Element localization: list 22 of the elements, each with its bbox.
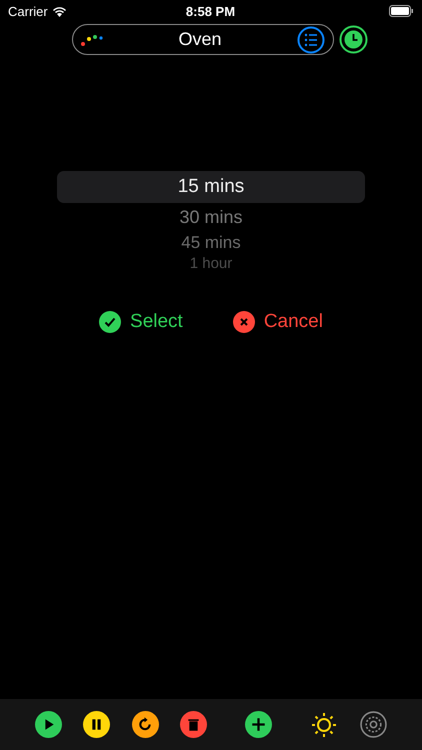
settings-button[interactable]	[360, 711, 387, 738]
delete-button[interactable]	[180, 711, 207, 738]
wifi-icon	[52, 6, 67, 16]
x-icon	[232, 311, 255, 333]
carrier-label: Carrier	[8, 4, 48, 18]
device-title: Oven	[177, 29, 223, 50]
play-button[interactable]	[35, 711, 62, 738]
picker-option[interactable]: 30 mins	[57, 203, 365, 231]
pause-button[interactable]	[83, 711, 110, 738]
picker-option[interactable]: 15 mins	[57, 171, 365, 203]
select-button[interactable]: Select	[99, 311, 183, 333]
restart-button[interactable]	[132, 711, 159, 738]
device-selector[interactable]: Oven	[72, 24, 334, 55]
checkmark-icon	[99, 311, 122, 333]
battery-icon	[388, 5, 413, 17]
clock-time: 8:58 PM	[186, 4, 236, 18]
add-button[interactable]	[245, 711, 272, 738]
cancel-button[interactable]: Cancel	[232, 311, 323, 333]
list-icon[interactable]	[297, 26, 325, 54]
clock-icon[interactable]	[339, 25, 368, 54]
picker-option[interactable]: 45 mins	[57, 231, 365, 255]
dots-icon	[81, 34, 103, 46]
